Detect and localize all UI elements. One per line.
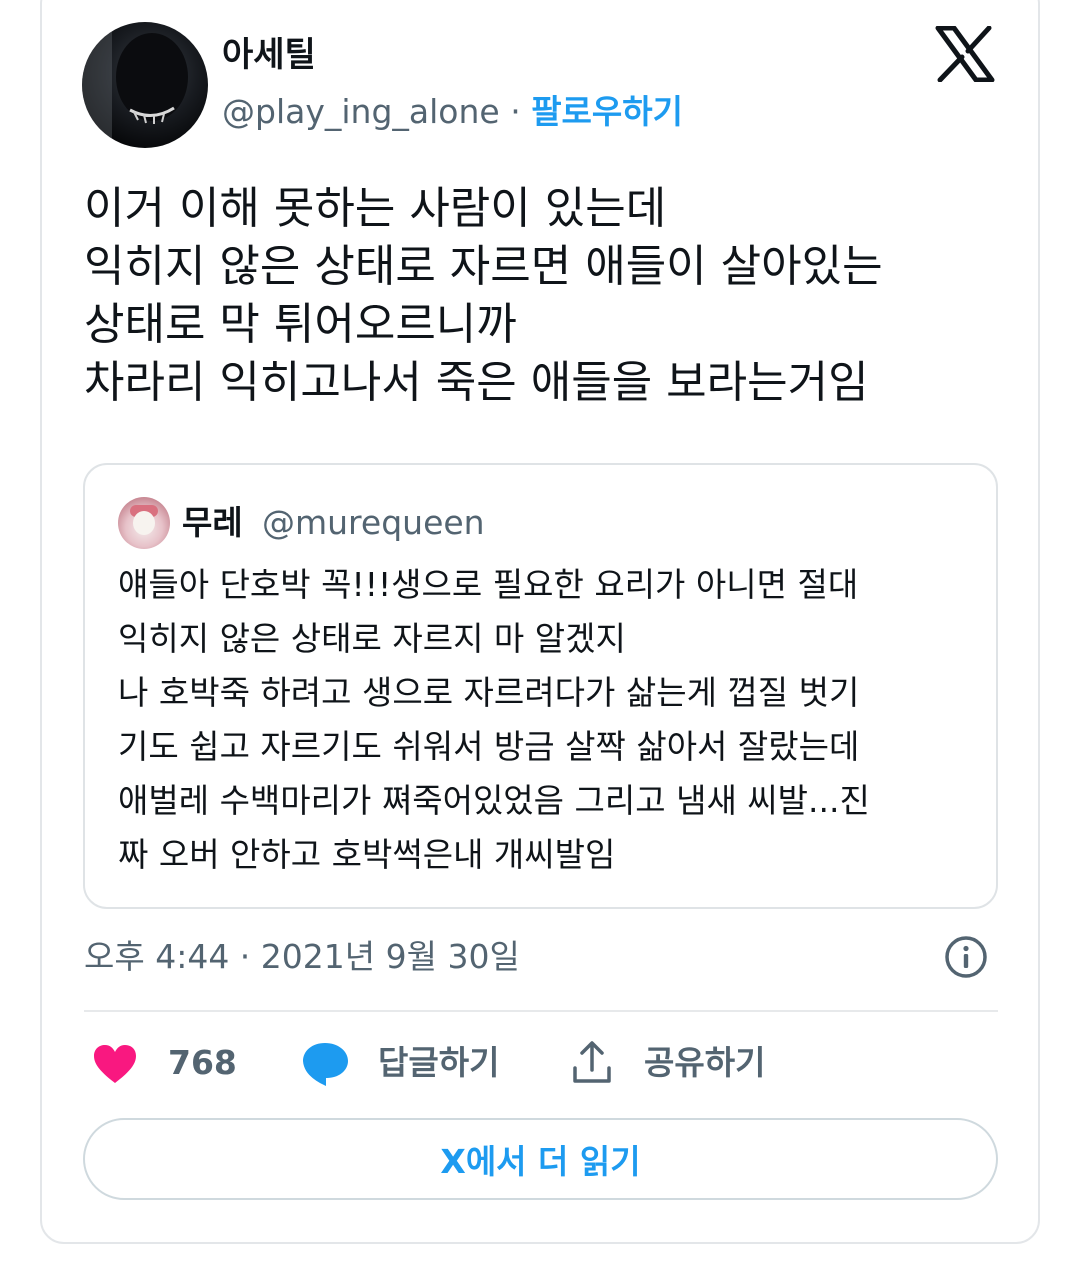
heart-icon[interactable] [92,1043,138,1085]
quoted-tweet-text: 얘들아 단호박 꼭!!!생으로 필요한 요리가 아니면 절대 익히지 않은 상태… [118,565,870,874]
like-count[interactable]: 768 [168,1041,237,1085]
tweet-text: 이거 이해 못하는 사람이 있는데 익히지 않은 상태로 자르면 애들이 살아있… [84,183,883,408]
speech-bubble-icon[interactable] [300,1040,350,1088]
reply-button[interactable]: 답글하기 [378,1041,499,1085]
info-icon[interactable] [944,935,988,979]
divider [84,1010,998,1012]
follow-button[interactable]: 팔로우하기 [531,92,683,131]
author-handle[interactable]: @play_ing_alone [222,92,500,131]
quoted-author-avatar[interactable] [118,497,170,549]
quoted-author-name[interactable]: 무레 [182,502,243,544]
separator-dot: · [499,92,532,131]
x-logo-icon[interactable] [934,25,996,83]
share-button[interactable]: 공유하기 [644,1041,765,1085]
tweet-timestamp[interactable]: 오후 4:44 · 2021년 9월 30일 [84,935,520,979]
share-upload-icon[interactable] [570,1040,614,1086]
author-handle-row: @play_ing_alone · 팔로우하기 [222,90,683,134]
author-name[interactable]: 아세틸 [222,33,316,77]
read-more-on-x-button[interactable]: X에서 더 읽기 [83,1118,998,1200]
author-avatar[interactable] [82,22,208,148]
quoted-author-handle[interactable]: @murequeen [262,502,485,544]
